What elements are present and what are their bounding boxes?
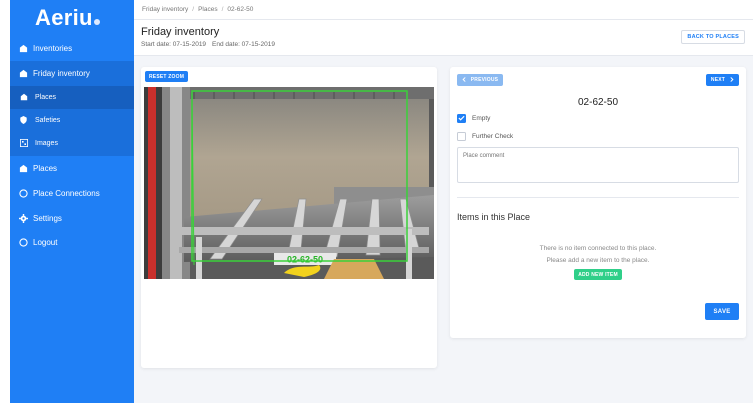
stack-icon: [18, 69, 28, 79]
divider: [457, 197, 739, 198]
gear-icon: [18, 214, 28, 224]
stack-icon: [18, 164, 28, 174]
app-logo[interactable]: Aeriu: [35, 5, 100, 31]
page-header: Friday inventory Start date: 07-15-2019 E…: [134, 20, 753, 56]
empty-label: Empty: [472, 114, 491, 122]
sidebar: Aeriu Inventories Friday inventory Place…: [10, 0, 134, 403]
sidebar-subitem-places[interactable]: Places: [10, 86, 134, 109]
sidebar-subitem-label: Images: [35, 140, 58, 147]
sidebar-subitem-label: Safeties: [35, 117, 61, 124]
next-label: NEXT: [710, 77, 726, 83]
circle-icon: [18, 189, 28, 199]
breadcrumb-item[interactable]: Places: [198, 6, 218, 13]
sidebar-item-place-connections[interactable]: Place Connections: [10, 181, 134, 206]
date-range: Start date: 07-15-2019 End date: 07-15-20…: [141, 41, 281, 48]
place-photo[interactable]: 02-62-50: [144, 87, 434, 279]
sidebar-item-label: Settings: [33, 214, 62, 223]
end-date: End date: 07-15-2019: [212, 41, 275, 48]
sidebar-item-inventories[interactable]: Inventories: [10, 36, 134, 61]
sidebar-subgroup: Places Safeties Images: [10, 86, 134, 156]
breadcrumb-item[interactable]: Friday inventory: [142, 6, 188, 13]
sidebar-subitem-label: Places: [35, 94, 57, 101]
back-to-places-button[interactable]: BACK TO PLACES: [681, 30, 745, 44]
further-check-label: Further Check: [472, 132, 514, 140]
further-check-checkbox[interactable]: [457, 131, 466, 141]
previous-label: PREVIOUS: [470, 77, 499, 83]
sidebar-item-logout[interactable]: Logout: [10, 230, 134, 255]
previous-button[interactable]: PREVIOUS: [457, 74, 503, 86]
place-comment-field[interactable]: [457, 147, 739, 183]
breadcrumb-item: 02-62-50: [227, 6, 254, 13]
chevron-left-icon: [462, 76, 466, 84]
further-check-row[interactable]: Further Check: [457, 131, 513, 141]
reset-zoom-button[interactable]: RESET ZOOM: [145, 71, 189, 82]
empty-checkbox[interactable]: [457, 113, 466, 123]
place-detail-card: PREVIOUS NEXT 02-62-50 Empty Further Che…: [450, 67, 746, 338]
stack-icon: [18, 44, 28, 54]
sidebar-item-label: Place Connections: [33, 189, 100, 198]
empty-checkbox-row[interactable]: Empty: [457, 113, 490, 123]
breadcrumb: Friday inventory / Places/ 02-62-50: [134, 0, 753, 20]
image-card: RESET ZOOM 02-62-50: [141, 67, 437, 368]
no-items-message: There is no item connected to this place…: [539, 245, 657, 252]
circle-icon: [18, 238, 28, 248]
next-button[interactable]: NEXT: [706, 74, 739, 86]
page-title: Friday inventory: [141, 26, 220, 38]
sidebar-item-label: Friday inventory: [33, 69, 90, 78]
left-edge-strip: [0, 0, 10, 403]
sidebar-subitem-safeties[interactable]: Safeties: [10, 109, 134, 132]
sidebar-item-label: Inventories: [33, 44, 73, 53]
image-place-label: 02-62-50: [287, 255, 323, 265]
save-button[interactable]: SAVE: [705, 303, 739, 320]
sidebar-item-label: Places: [33, 164, 58, 173]
items-section-title: Items in this Place: [457, 212, 531, 222]
add-new-item-button[interactable]: ADD NEW ITEM: [574, 269, 622, 280]
start-date: Start date: 07-15-2019: [141, 41, 207, 48]
sidebar-item-settings[interactable]: Settings: [10, 206, 134, 231]
image-icon: [20, 139, 30, 148]
sidebar-subitem-images[interactable]: Images: [10, 132, 134, 155]
no-items-hint: Please add a new item to the place.: [546, 257, 650, 264]
shield-icon: [20, 116, 30, 125]
sidebar-item-places[interactable]: Places: [10, 156, 134, 181]
stack-icon: [20, 93, 30, 102]
place-code: 02-62-50: [577, 97, 619, 108]
chevron-right-icon: [730, 76, 734, 84]
sidebar-item-label: Logout: [33, 238, 58, 247]
sidebar-item-friday-inventory[interactable]: Friday inventory: [10, 61, 134, 86]
